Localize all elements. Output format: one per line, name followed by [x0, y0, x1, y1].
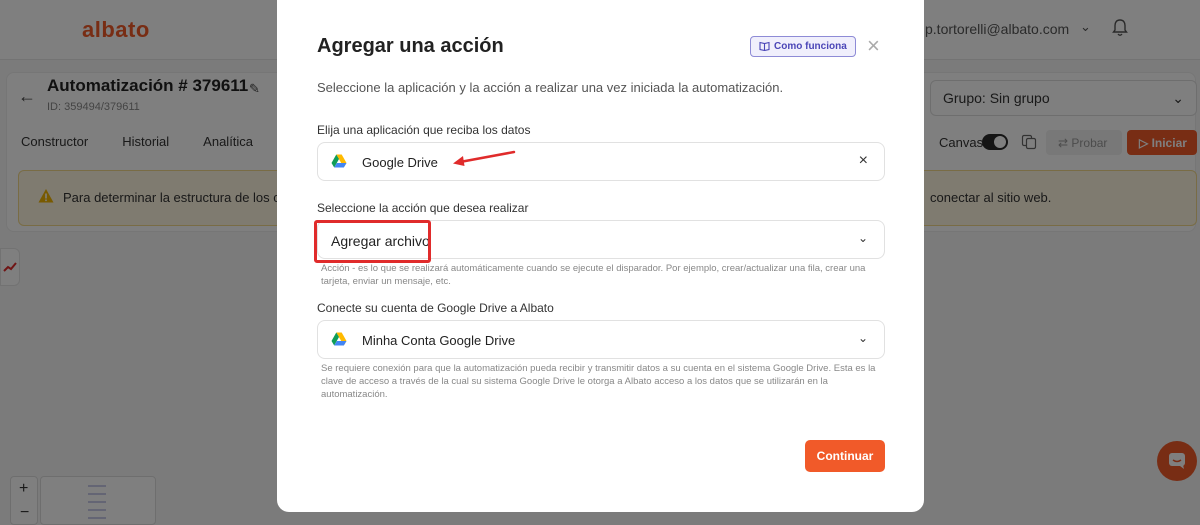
highlight-box: [314, 220, 431, 263]
clear-icon[interactable]: ×: [859, 152, 868, 170]
book-icon: [759, 41, 770, 51]
how-it-works-button[interactable]: Como funciona: [750, 36, 856, 57]
annotation-arrow-icon: [453, 150, 516, 166]
app-select-value: Google Drive: [362, 155, 438, 170]
action-field-label: Seleccione la acción que desea realizar: [317, 201, 529, 215]
google-drive-icon: [331, 154, 347, 168]
google-drive-icon: [331, 332, 347, 346]
action-field-hint: Acción - es lo que se realizará automáti…: [321, 263, 866, 287]
close-icon[interactable]: ×: [867, 35, 880, 57]
how-it-works-label: Como funciona: [774, 41, 847, 52]
account-field-hint: Se requiere conexión para que la automat…: [321, 363, 876, 400]
chevron-down-icon: ⌄: [857, 231, 868, 245]
modal-title: Agregar una acción: [317, 35, 504, 57]
account-select-field[interactable]: Minha Conta Google Drive ⌄: [317, 320, 885, 359]
continue-button[interactable]: Continuar: [805, 440, 885, 472]
modal-subtitle: Seleccione la aplicación y la acción a r…: [317, 80, 784, 95]
app-field-label: Elija una aplicación que reciba los dato…: [317, 123, 531, 137]
chevron-down-icon: ⌄: [857, 331, 868, 345]
account-select-value: Minha Conta Google Drive: [362, 333, 516, 348]
account-field-label: Conecte su cuenta de Google Drive a Alba…: [317, 301, 554, 315]
app-select-field[interactable]: Google Drive ×: [317, 142, 885, 181]
